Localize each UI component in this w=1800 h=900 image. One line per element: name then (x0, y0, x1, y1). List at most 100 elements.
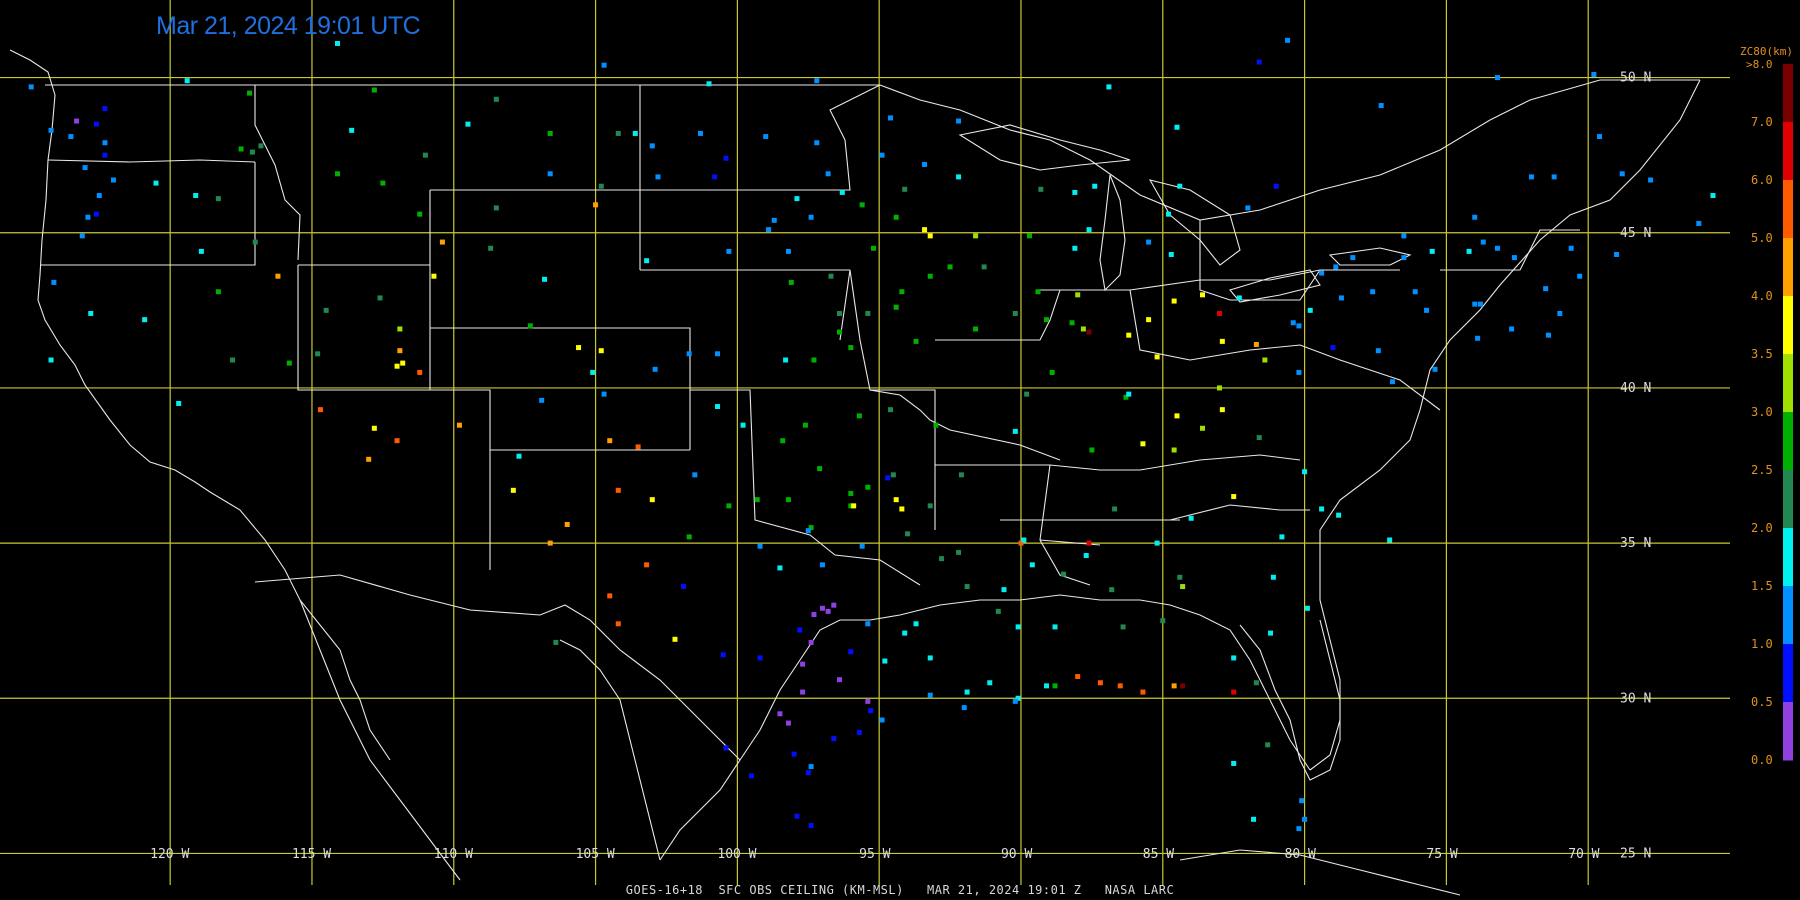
legend-label: 5.0 (1751, 231, 1773, 245)
station-marker (715, 351, 721, 357)
station-marker (258, 143, 264, 149)
station-marker (1092, 183, 1098, 189)
station-marker (1086, 329, 1092, 335)
station-marker (153, 180, 159, 186)
legend-swatch (1783, 296, 1793, 355)
station-marker (802, 422, 808, 428)
station-marker (1177, 574, 1183, 580)
station-marker (1509, 326, 1515, 332)
lon-label: 105 W (576, 847, 615, 862)
station-marker (1012, 698, 1018, 704)
station-marker (885, 475, 891, 481)
station-marker (349, 127, 355, 133)
station-marker (958, 472, 964, 478)
station-marker (888, 407, 894, 413)
station-marker (1035, 289, 1041, 295)
station-marker (1231, 655, 1237, 661)
lon-label: 70 W (1568, 847, 1599, 862)
station-marker (964, 689, 970, 695)
station-marker (794, 813, 800, 819)
station-marker (825, 171, 831, 177)
station-marker (516, 453, 522, 459)
station-marker (649, 143, 655, 149)
station-marker (1140, 689, 1146, 695)
station-marker (1401, 255, 1407, 261)
station-marker (380, 180, 386, 186)
weather-map: 50 N 45 N 40 N 35 N 30 N 25 N 120 W 115 W 110 W 1… (0, 0, 1793, 896)
station-marker (601, 391, 607, 397)
station-marker (913, 338, 919, 344)
lake-superior (958, 124, 1131, 171)
station-marker (757, 655, 763, 661)
station-marker (757, 543, 763, 549)
station-marker (252, 239, 258, 245)
station-marker (1174, 124, 1180, 130)
pacific-coastline (9, 49, 391, 761)
station-marker (1126, 332, 1132, 338)
station-marker (1412, 289, 1418, 295)
station-marker (749, 773, 755, 779)
station-marker (1265, 742, 1271, 748)
legend-swatch (1783, 470, 1793, 529)
legend-label: 0.0 (1751, 753, 1773, 767)
legend-swatch (1783, 702, 1793, 761)
station-marker (1171, 298, 1177, 304)
station-marker (655, 174, 661, 180)
station-marker (1268, 630, 1274, 636)
station-marker (1614, 251, 1620, 257)
station-marker (615, 487, 621, 493)
station-marker (754, 497, 760, 503)
station-marker (275, 273, 281, 279)
station-marker (334, 40, 340, 46)
station-marker (400, 360, 406, 366)
lon-label: 75 W (1426, 847, 1457, 862)
station-marker (819, 605, 825, 611)
station-marker (1307, 307, 1313, 313)
station-marker (1390, 379, 1396, 385)
station-marker (1370, 289, 1376, 295)
grid-labels: 50 N 45 N 40 N 35 N 30 N 25 N 120 W 115 W 110 W 1… (150, 71, 1651, 862)
station-marker (371, 425, 377, 431)
station-marker (879, 717, 885, 723)
gulf-coastline (659, 594, 1311, 861)
station-marker (1262, 357, 1268, 363)
station-marker (865, 484, 871, 490)
station-marker (488, 245, 494, 251)
lake-huron (1148, 179, 1241, 266)
station-marker (865, 621, 871, 627)
station-marker (811, 357, 817, 363)
legend-label: 6.0 (1751, 173, 1773, 187)
station-marker (1253, 680, 1259, 686)
station-marker (788, 279, 794, 285)
mexico-gulf-coast (559, 639, 661, 861)
station-marker (1024, 391, 1030, 397)
station-marker (649, 497, 655, 503)
station-marker (1021, 537, 1027, 543)
station-marker (808, 764, 814, 770)
station-marker (590, 369, 596, 375)
station-marker (1551, 174, 1557, 180)
station-marker (777, 711, 783, 717)
station-marker (1231, 689, 1237, 695)
station-marker (808, 214, 814, 220)
station-marker (74, 118, 80, 124)
legend-label: 1.0 (1751, 637, 1773, 651)
station-marker (1494, 75, 1500, 81)
station-marker (1180, 683, 1186, 689)
station-marker (871, 245, 877, 251)
station-marker (1219, 407, 1225, 413)
station-marker (927, 273, 933, 279)
station-marker (785, 248, 791, 254)
station-marker (726, 248, 732, 254)
station-marker (1511, 255, 1517, 261)
station-marker (1199, 425, 1205, 431)
station-marker (1299, 798, 1305, 804)
station-marker (417, 369, 423, 375)
station-marker (1026, 233, 1032, 239)
station-marker (564, 521, 570, 527)
station-marker (238, 146, 244, 152)
station-marker (672, 636, 678, 642)
station-marker (1256, 435, 1262, 441)
station-marker (615, 621, 621, 627)
station-marker (28, 84, 34, 90)
